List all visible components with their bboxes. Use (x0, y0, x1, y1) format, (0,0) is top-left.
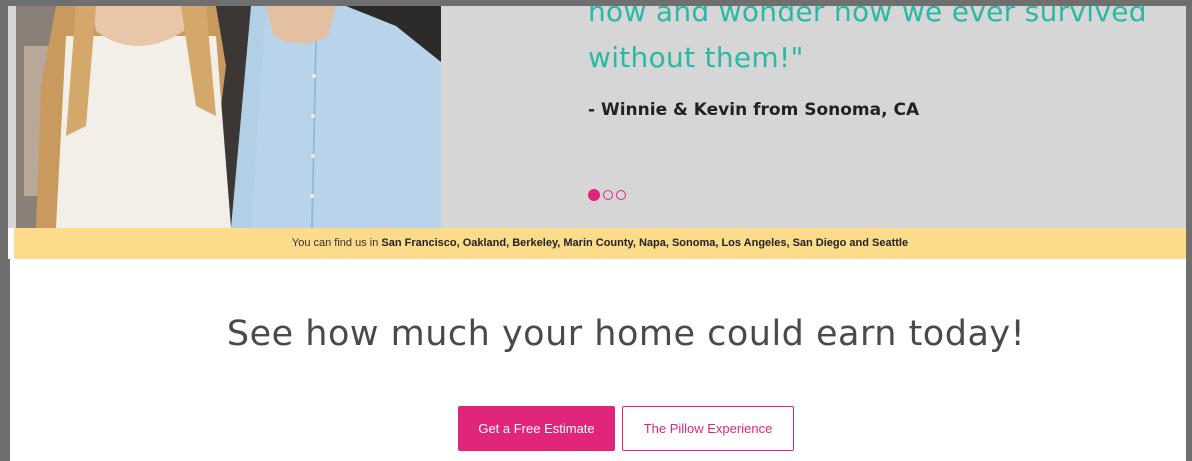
carousel-dot-1[interactable] (588, 189, 600, 201)
quote-line-1: now and wonder how we ever survived (588, 6, 1147, 28)
pillow-experience-button[interactable]: The Pillow Experience (622, 406, 794, 451)
quote-text: now and wonder how we ever survived with… (588, 6, 1186, 81)
quote-author: - Winnie & Kevin from Sonoma, CA (588, 100, 920, 120)
locations-cities: San Francisco, Oakland, Berkeley, Marin … (381, 237, 909, 249)
quote-line-2: without them!" (588, 41, 804, 74)
locations-prefix: You can find us in (291, 237, 379, 249)
page-left-border (8, 259, 10, 461)
get-free-estimate-button[interactable]: Get a Free Estimate (458, 406, 615, 451)
testimonial-photo (16, 6, 441, 228)
carousel-dots (588, 189, 626, 201)
locations-bar: You can find us in San Francisco, Oaklan… (14, 228, 1186, 259)
carousel-dot-3[interactable] (616, 190, 626, 200)
carousel-dot-2[interactable] (603, 190, 613, 200)
testimonial-hero: now and wonder how we ever survived with… (8, 6, 1186, 228)
cta-title: See how much your home could earn today! (226, 314, 1026, 354)
